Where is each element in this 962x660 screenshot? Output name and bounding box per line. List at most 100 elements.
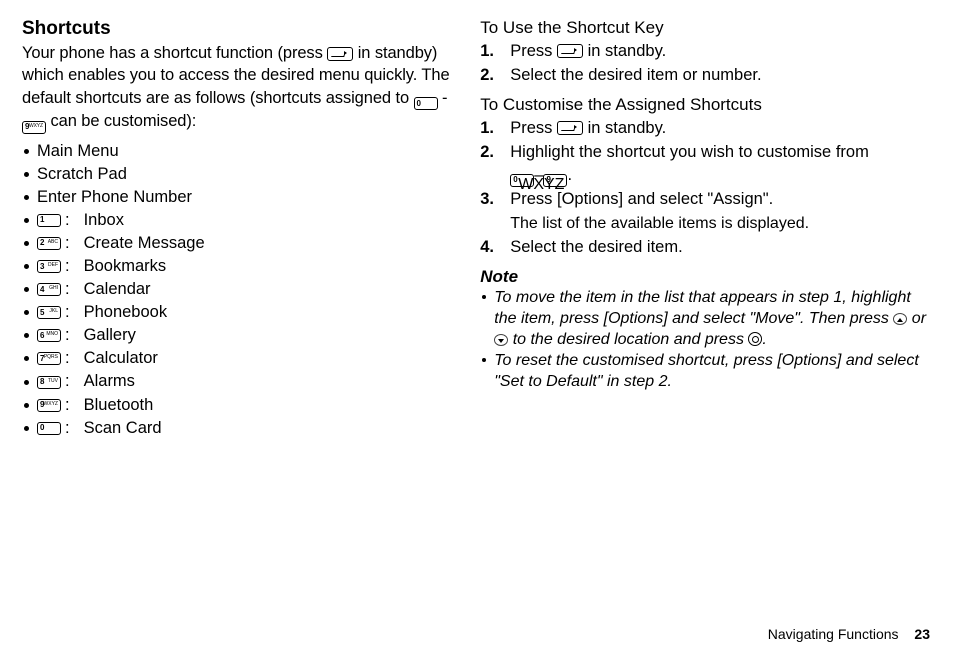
item-label: Scratch Pad: [37, 163, 127, 186]
bullet-icon: [24, 149, 29, 154]
key-3-icon: 3DEF: [37, 260, 61, 273]
left-column: Shortcuts Your phone has a shortcut func…: [22, 18, 452, 440]
step: 3.Press [Options] and select "Assign".Th…: [480, 188, 932, 234]
item-label: Alarms: [84, 370, 135, 393]
footer-section: Navigating Functions: [768, 626, 899, 642]
bullet-icon: [24, 264, 29, 269]
step-num: 1.: [480, 117, 510, 140]
bullet-icon: [24, 310, 29, 315]
step-text: Press: [510, 42, 557, 60]
item-label: Create Message: [84, 232, 205, 255]
bullet-icon: [24, 218, 29, 223]
list-item: 9WXYZ:Bluetooth: [22, 394, 452, 417]
down-arrow-icon: [494, 334, 508, 346]
list-item: 4GHI:Calendar: [22, 278, 452, 301]
step: 1.Press in standby.: [480, 117, 932, 140]
bullet-icon: [24, 287, 29, 292]
key-6-icon: 6MNO: [37, 329, 61, 342]
shortcuts-heading: Shortcuts: [22, 18, 452, 40]
note-text: To move the item in the list that appear…: [494, 289, 911, 327]
step: 2.Select the desired item or number.: [480, 64, 932, 87]
step-text: Highlight the shortcut you wish to custo…: [510, 143, 869, 161]
step-text: .: [567, 166, 572, 184]
shortcut-key-icon: [327, 47, 353, 61]
customise-heading: To Customise the Assigned Shortcuts: [480, 95, 932, 115]
bullet-icon: [482, 358, 486, 362]
note-text: or: [907, 310, 926, 327]
bullet-icon: [24, 356, 29, 361]
note-text: To reset the customised shortcut, press …: [494, 350, 932, 392]
page-number: 23: [914, 626, 930, 642]
step-num: 2.: [480, 141, 510, 187]
up-arrow-icon: [893, 313, 907, 325]
center-button-icon: [748, 332, 762, 346]
intro-post: can be customised):: [50, 112, 196, 130]
list-item: 0:Scan Card: [22, 417, 452, 440]
list-item: 5JKL:Phonebook: [22, 301, 452, 324]
step-subtext: The list of the available items is displ…: [510, 215, 809, 232]
list-item: Main Menu: [22, 140, 452, 163]
key-9-icon: 9WXYZ: [22, 121, 46, 134]
key-4-icon: 4GHI: [37, 283, 61, 296]
shortcut-key-icon: [557, 121, 583, 135]
intro-pre: Your phone has a shortcut function (pres…: [22, 44, 327, 62]
note-item: To move the item in the list that appear…: [480, 287, 932, 350]
step-text: Press: [510, 119, 557, 137]
key-0-icon: 0: [37, 422, 61, 435]
list-item: 3DEF:Bookmarks: [22, 255, 452, 278]
item-label: Scan Card: [84, 417, 162, 440]
step: 1.Press in standby.: [480, 40, 932, 63]
item-label: Phonebook: [84, 301, 168, 324]
item-label: Main Menu: [37, 140, 119, 163]
bullet-icon: [482, 295, 486, 299]
key-1-icon: 1: [37, 214, 61, 227]
bullet-icon: [24, 333, 29, 338]
item-label: Inbox: [84, 209, 124, 232]
list-item: 2ABC:Create Message: [22, 232, 452, 255]
shortcut-key-icon: [557, 44, 583, 58]
step-text: Select the desired item.: [510, 236, 932, 259]
step: 4.Select the desired item.: [480, 236, 932, 259]
item-label: Enter Phone Number: [37, 186, 192, 209]
key-9-icon: 9WXYZ: [37, 399, 61, 412]
step-text: Select the desired item or number.: [510, 64, 932, 87]
bullet-icon: [24, 403, 29, 408]
note-item: To reset the customised shortcut, press …: [480, 350, 932, 392]
item-label: Calculator: [84, 347, 158, 370]
list-item: Enter Phone Number: [22, 186, 452, 209]
customise-steps: 1.Press in standby. 2.Highlight the shor…: [480, 117, 932, 259]
step-num: 1.: [480, 40, 510, 63]
bullet-icon: [24, 195, 29, 200]
key-0-icon: 0: [414, 97, 438, 110]
key-9-icon: 9WXYZ: [543, 174, 567, 187]
step: 2.Highlight the shortcut you wish to cus…: [480, 141, 932, 187]
right-column: To Use the Shortcut Key 1.Press in stand…: [480, 18, 932, 440]
page-footer: Navigating Functions 23: [768, 626, 930, 642]
use-shortcut-heading: To Use the Shortcut Key: [480, 18, 932, 38]
item-label: Bookmarks: [84, 255, 167, 278]
item-label: Bluetooth: [84, 394, 154, 417]
step-text: in standby.: [583, 42, 666, 60]
bullet-icon: [24, 241, 29, 246]
bullet-icon: [24, 172, 29, 177]
step-num: 4.: [480, 236, 510, 259]
key-5-icon: 5JKL: [37, 306, 61, 319]
step-num: 3.: [480, 188, 510, 234]
bullet-icon: [24, 380, 29, 385]
shortcuts-list: Main Menu Scratch Pad Enter Phone Number…: [22, 140, 452, 440]
step-text: in standby.: [583, 119, 666, 137]
list-item: 7PQRS:Calculator: [22, 347, 452, 370]
intro-text: Your phone has a shortcut function (pres…: [22, 42, 452, 134]
note-text: .: [762, 331, 766, 348]
list-item: Scratch Pad: [22, 163, 452, 186]
bullet-icon: [24, 426, 29, 431]
item-label: Calendar: [84, 278, 151, 301]
key-7-icon: 7PQRS: [37, 352, 61, 365]
note-heading: Note: [480, 267, 932, 287]
list-item: 6MNO:Gallery: [22, 324, 452, 347]
item-label: Gallery: [84, 324, 136, 347]
key-2-icon: 2ABC: [37, 237, 61, 250]
intro-dash: -: [442, 89, 447, 107]
note-text: to the desired location and press: [508, 331, 748, 348]
use-steps: 1.Press in standby. 2.Select the desired…: [480, 40, 932, 87]
